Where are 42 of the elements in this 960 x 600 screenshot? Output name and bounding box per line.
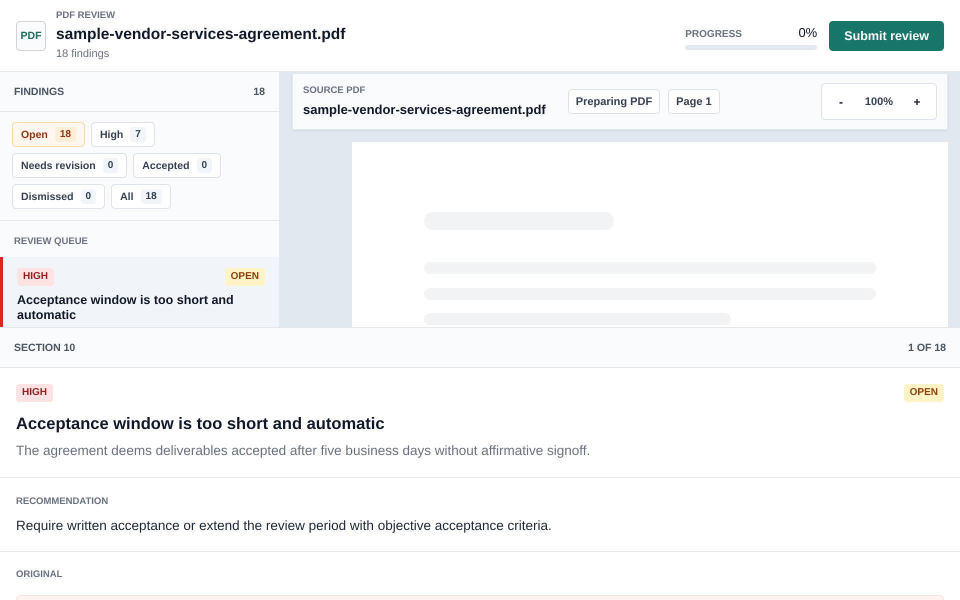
filter-chip[interactable]: All 18 — [111, 184, 171, 209]
progress-label: PROGRESS — [685, 29, 742, 40]
status-badge: OPEN — [904, 384, 944, 402]
filter-chip[interactable]: Accepted 0 — [133, 153, 222, 178]
filter-count: 18 — [54, 127, 76, 142]
severity-badge: HIGH — [16, 384, 53, 402]
zoom-level: 100% — [864, 96, 894, 108]
severity-badge: HIGH — [17, 268, 54, 286]
toolbar-chip: Preparing PDF — [568, 89, 660, 114]
filter-chip[interactable]: Open 18 — [12, 122, 85, 147]
recommendation-text: Require written acceptance or extend the review period with objective acceptance criteria. — [16, 517, 552, 535]
block-heading: ORIGINAL — [16, 569, 62, 581]
queue-heading: REVIEW QUEUE — [14, 236, 88, 248]
queue-item-title: Acceptance window is too short and automatic — [17, 293, 235, 323]
filter-count: 0 — [196, 158, 212, 173]
filter-count: 7 — [130, 127, 146, 142]
document-title: sample-vendor-services-agreement.pdf — [56, 25, 346, 44]
block-heading: RECOMMENDATION — [16, 496, 108, 508]
finding-position: 1 OF 18 — [908, 342, 946, 354]
page-eyebrow: PDF REVIEW — [56, 10, 116, 22]
section-label: SECTION 10 — [14, 342, 76, 354]
findings-heading: FINDINGS — [14, 86, 64, 98]
findings-total: 18 — [253, 86, 265, 98]
filter-chip[interactable]: High 7 — [90, 122, 155, 147]
viewer-file-name: sample-vendor-services-agreement.pdf — [303, 102, 546, 118]
zoom-in-button[interactable]: + — [905, 88, 929, 114]
submit-button[interactable]: Submit review — [829, 20, 944, 50]
zoom-out-button[interactable]: - — [829, 88, 853, 114]
toolbar-chip: Page 1 — [668, 89, 720, 114]
file-type-tile: PDF — [16, 20, 46, 50]
queue-item[interactable]: HIGH OPEN Acceptance window is too short and automatic — [0, 257, 279, 327]
filter-chip[interactable]: Dismissed 0 — [12, 184, 106, 209]
finding-description: The agreement deems deliverables accepted after five business days without affirmative signoff. — [16, 442, 590, 460]
filter-count: 0 — [80, 189, 96, 204]
status-badge: OPEN — [224, 268, 265, 286]
filter-count: 0 — [102, 158, 118, 173]
filter-count: 18 — [140, 189, 162, 204]
filter-chip[interactable]: Needs revision 0 — [12, 153, 128, 178]
progress-value: 0% — [798, 25, 818, 40]
finding-title: Acceptance window is too short and automatic — [16, 414, 385, 434]
findings-summary: 18 findings — [56, 47, 110, 61]
viewer-eyebrow: SOURCE PDF — [303, 85, 366, 97]
